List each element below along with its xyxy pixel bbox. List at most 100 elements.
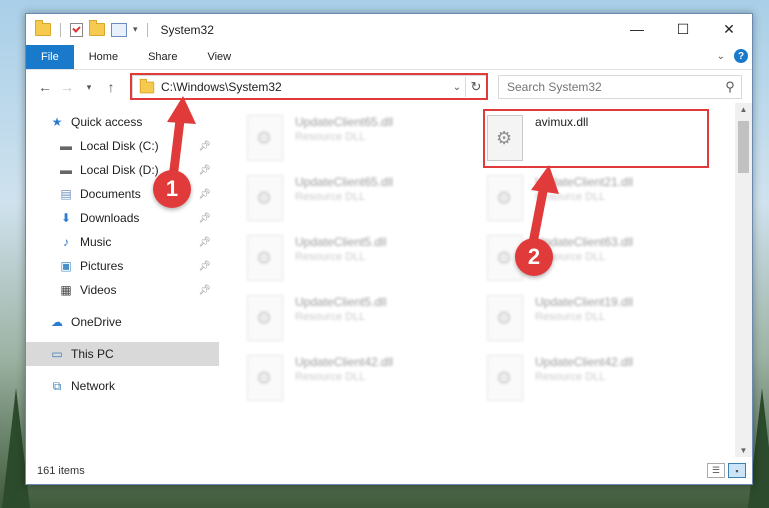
folder-icon <box>35 20 51 36</box>
file-name: UpdateClient5.dll <box>295 235 387 249</box>
sidebar-item-videos[interactable]: ▦ Videos 📌︎ <box>26 278 219 302</box>
dll-file-icon <box>247 295 283 341</box>
sidebar-item-onedrive[interactable]: ☁ OneDrive <box>26 310 219 334</box>
sidebar-item-network[interactable]: ⧉ Network <box>26 374 219 398</box>
window-title: System32 <box>160 22 214 37</box>
vertical-scrollbar[interactable]: ▲ ▼ <box>735 103 752 457</box>
file-type: Resource DLL <box>295 131 366 143</box>
explorer-window: ▾ System32 — ☐ ✕ File Home Share View ⌄ … <box>25 13 753 485</box>
pin-icon[interactable]: 📌︎ <box>198 189 211 200</box>
details-view-icon[interactable]: ☰ <box>707 463 725 478</box>
drive-icon: ▬ <box>60 139 72 153</box>
search-box[interactable]: ⚲ <box>498 75 742 99</box>
tab-home[interactable]: Home <box>74 45 133 69</box>
file-item[interactable]: UpdateClient65.dll Resource DLL <box>247 111 467 161</box>
recent-locations-icon[interactable]: ▾ <box>78 82 100 93</box>
star-icon: ★ <box>51 115 63 129</box>
sidebar-item-local-disk-d[interactable]: ▬ Local Disk (D:) 📌︎ <box>26 158 219 182</box>
pin-icon[interactable]: 📌︎ <box>198 261 211 272</box>
sidebar-item-label: Videos <box>80 283 117 297</box>
sidebar-item-label: Local Disk (C:) <box>80 139 159 153</box>
forward-button[interactable]: → <box>56 79 78 95</box>
file-type: Resource DLL <box>295 371 366 383</box>
dll-file-icon <box>247 175 283 221</box>
pin-icon[interactable]: 📌︎ <box>198 213 211 224</box>
pictures-icon: ▣ <box>60 259 72 273</box>
sidebar-item-local-disk-c[interactable]: ▬ Local Disk (C:) 📌︎ <box>26 134 219 158</box>
file-item[interactable]: UpdateClient21.dll Resource DLL <box>487 171 707 221</box>
scroll-up-icon[interactable]: ▲ <box>735 105 752 114</box>
sidebar-item-label: Local Disk (D:) <box>80 163 159 177</box>
pin-icon[interactable]: 📌︎ <box>198 285 211 296</box>
tab-share[interactable]: Share <box>133 45 192 69</box>
search-input[interactable] <box>499 79 719 95</box>
view-buttons: ☰ ▪ <box>707 463 746 478</box>
window-controls: — ☐ ✕ <box>614 14 752 44</box>
large-icons-view-icon[interactable]: ▪ <box>728 463 746 478</box>
close-button[interactable]: ✕ <box>706 14 752 44</box>
scroll-down-icon[interactable]: ▼ <box>735 446 752 455</box>
sidebar-item-downloads[interactable]: ⬇ Downloads 📌︎ <box>26 206 219 230</box>
documents-icon: ▤ <box>60 187 72 201</box>
tab-file[interactable]: File <box>26 45 74 69</box>
pin-icon[interactable]: 📌︎ <box>198 237 211 248</box>
quick-access-toolbar: ▾ System32 <box>26 20 214 37</box>
pin-icon[interactable]: 📌︎ <box>198 141 211 152</box>
file-name: UpdateClient19.dll <box>535 295 634 309</box>
new-folder-icon[interactable] <box>89 20 105 36</box>
file-highlight-box <box>483 109 709 168</box>
sidebar-item-label: This PC <box>71 347 114 361</box>
file-item[interactable]: UpdateClient42.dll Resource DLL <box>247 351 467 401</box>
ribbon-right: ⌄ ? <box>717 49 748 63</box>
back-button[interactable]: ← <box>34 79 56 95</box>
search-icon[interactable]: ⚲ <box>719 79 741 95</box>
cloud-icon: ☁ <box>51 315 63 329</box>
file-item[interactable]: UpdateClient19.dll Resource DLL <box>487 291 707 341</box>
sidebar-item-pictures[interactable]: ▣ Pictures 📌︎ <box>26 254 219 278</box>
sidebar-item-label: Quick access <box>71 115 143 129</box>
help-icon[interactable]: ? <box>734 49 748 63</box>
pin-icon[interactable]: 📌︎ <box>198 165 211 176</box>
minimize-button[interactable]: — <box>614 14 660 44</box>
sidebar-item-label: Music <box>80 235 112 249</box>
dll-file-icon <box>487 295 523 341</box>
file-type: Resource DLL <box>295 191 366 203</box>
expand-ribbon-icon[interactable]: ⌄ <box>717 51 725 62</box>
sidebar-item-label: Downloads <box>80 211 140 225</box>
drive-icon: ▬ <box>60 163 72 177</box>
file-item[interactable]: UpdateClient5.dll Resource DLL <box>247 291 467 341</box>
sidebar-item-label: Pictures <box>80 259 124 273</box>
qa-dropdown-icon[interactable]: ▾ <box>133 24 138 35</box>
computer-icon: ▭ <box>51 347 63 361</box>
tab-view[interactable]: View <box>192 45 246 69</box>
file-type: Resource DLL <box>295 251 366 263</box>
network-icon: ⧉ <box>52 378 62 393</box>
dll-file-icon <box>487 175 523 221</box>
customize-icon[interactable] <box>111 22 127 37</box>
divider <box>60 22 61 37</box>
dll-file-icon <box>247 115 283 161</box>
maximize-button[interactable]: ☐ <box>660 14 706 44</box>
file-name: UpdateClient21.dll <box>535 175 634 189</box>
up-button[interactable]: ↑ <box>100 79 122 95</box>
sidebar-item-this-pc[interactable]: ▭ This PC <box>26 342 219 366</box>
dll-file-icon <box>487 355 523 401</box>
downloads-icon: ⬇ <box>60 211 72 225</box>
file-item[interactable]: UpdateClient65.dll Resource DLL <box>247 171 467 221</box>
sidebar-item-music[interactable]: ♪ Music 📌︎ <box>26 230 219 254</box>
music-icon: ♪ <box>63 235 69 249</box>
dll-file-icon <box>247 235 283 281</box>
scroll-thumb[interactable] <box>738 121 749 173</box>
status-bar: 161 items ☰ ▪ <box>26 457 752 484</box>
file-item[interactable]: UpdateClient5.dll Resource DLL <box>247 231 467 281</box>
file-type: Resource DLL <box>535 371 606 383</box>
item-count: 161 items <box>37 464 85 477</box>
ribbon: File Home Share View ⌄ ? <box>26 45 752 70</box>
file-type: Resource DLL <box>535 191 606 203</box>
main-area: ★ Quick access ▬ Local Disk (C:) 📌︎ ▬ Lo… <box>26 103 752 457</box>
file-name: UpdateClient42.dll <box>295 355 394 369</box>
file-item[interactable]: UpdateClient42.dll Resource DLL <box>487 351 707 401</box>
properties-check-icon[interactable] <box>70 22 83 37</box>
file-name: UpdateClient65.dll <box>295 115 394 129</box>
sidebar-item-quick-access[interactable]: ★ Quick access <box>26 110 219 134</box>
